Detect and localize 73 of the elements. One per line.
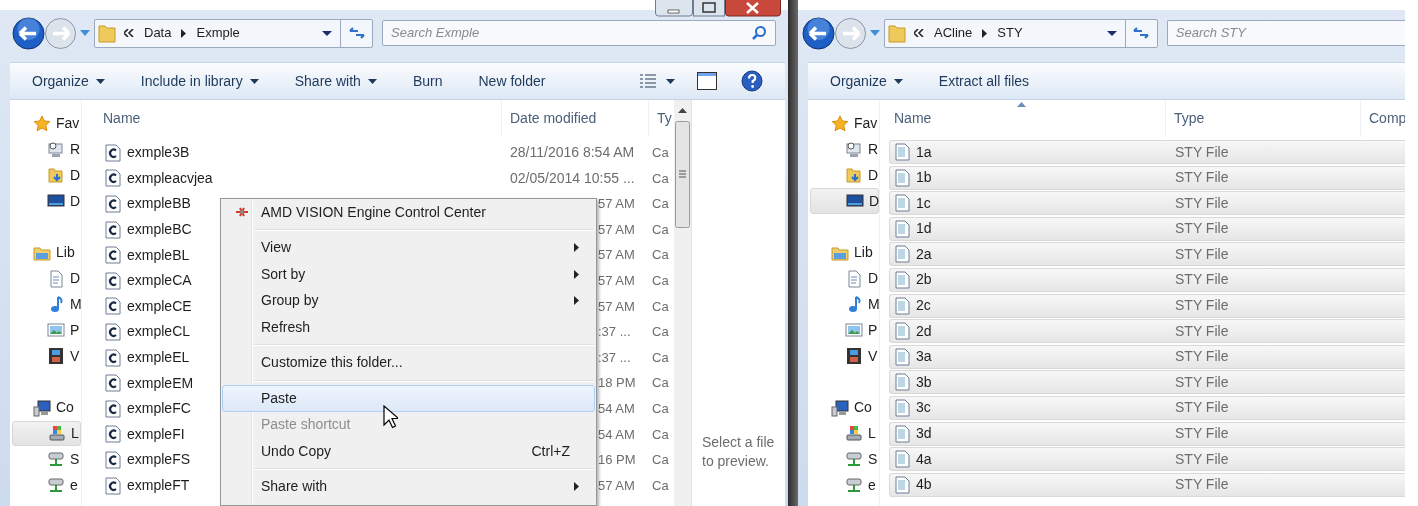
file-name: 3a — [916, 347, 932, 367]
type-cell-text: Ca — [652, 272, 669, 290]
type-cell-text: Ca — [652, 476, 669, 495]
date-cell-text: 28/11/2016 8:54 AM — [510, 143, 635, 163]
date-cell-text: 57 AM — [598, 272, 635, 290]
file-name: exmpleCL — [127, 322, 191, 342]
file-name: exmpleFI — [127, 424, 185, 444]
file-name: 3b — [916, 372, 932, 392]
file-name: exmple3B — [127, 143, 190, 163]
file-name: exmpleCE — [127, 296, 192, 316]
file-name: exmpleBL — [127, 245, 190, 265]
file-name: 2a — [916, 244, 932, 264]
type-cell-text: STY File — [1175, 372, 1229, 392]
search-placeholder: Search Exmple — [391, 24, 480, 43]
type-cell-text: STY File — [1175, 347, 1229, 367]
file-name: exmpleFC — [127, 399, 191, 419]
file-name: 4a — [916, 449, 932, 469]
file-name: exmpleFT — [127, 476, 190, 495]
file-name: exmpleBC — [127, 220, 192, 240]
date-cell-text: 02/05/2014 10:55 ... — [510, 168, 635, 188]
file-name: 3d — [916, 424, 932, 444]
file-name: 1d — [916, 219, 932, 239]
file-name: exmpleEM — [127, 373, 194, 393]
type-cell-text: Ca — [652, 144, 669, 163]
type-cell-text: STY File — [1175, 398, 1229, 418]
date-cell-text: 57 AM — [598, 297, 635, 316]
type-cell-text: Ca — [652, 374, 669, 393]
date-cell-text: 16 PM — [598, 451, 636, 470]
file-name: 4b — [916, 475, 932, 495]
date-cell-text: 57 AM — [598, 220, 635, 239]
type-cell-text: Ca — [652, 348, 669, 367]
type-cell-text: Ca — [652, 323, 669, 342]
file-name: exmpleFS — [127, 450, 191, 470]
type-cell-text: Ca — [652, 169, 669, 188]
date-cell-text: 54 AM — [598, 425, 635, 444]
file-name: 3c — [916, 398, 931, 418]
file-name: exmpleCA — [127, 271, 192, 291]
file-name: exmpleEL — [127, 348, 190, 368]
date-cell-text: 54 AM — [598, 400, 635, 418]
type-cell-text: STY File — [1175, 321, 1229, 341]
type-cell-text: STY File — [1175, 296, 1229, 316]
date-cell-text: :37 ... — [598, 323, 631, 342]
type-cell-text: STY File — [1175, 193, 1229, 213]
type-cell-text: STY File — [1175, 270, 1229, 290]
type-cell-text: STY File — [1175, 475, 1229, 495]
type-cell-text: STY File — [1175, 168, 1229, 188]
type-cell-text: Ca — [652, 400, 669, 418]
type-cell-text: STY File — [1175, 219, 1229, 239]
file-name: 2d — [916, 321, 932, 341]
date-cell-text: 57 AM — [598, 195, 635, 214]
date-cell-text: 57 AM — [598, 476, 635, 495]
date-cell-text: :37 ... — [598, 348, 631, 367]
file-name: 1b — [916, 168, 932, 188]
date-cell-text: 57 AM — [598, 246, 635, 265]
date-cell-text: 18 PM — [598, 374, 636, 393]
type-cell-text: Ca — [652, 297, 669, 316]
type-cell-text: STY File — [1175, 142, 1229, 162]
file-name: 1c — [916, 193, 931, 213]
type-cell-text: STY File — [1175, 424, 1229, 444]
file-name: 1a — [916, 142, 932, 162]
file-name: exmpleacvjea — [127, 168, 213, 188]
type-cell-text: Ca — [652, 220, 669, 239]
type-cell-text: Ca — [652, 451, 669, 470]
search-placeholder: Search STY — [1175, 24, 1246, 43]
file-name: 2c — [916, 296, 931, 316]
preview-message: Select a file to preview. — [702, 433, 776, 471]
type-cell-text: Ca — [652, 195, 669, 214]
type-cell-text: STY File — [1175, 449, 1229, 469]
file-name: 2b — [916, 270, 932, 290]
type-cell-text: Ca — [652, 246, 669, 265]
type-cell-text: Ca — [652, 425, 669, 444]
file-name: exmpleBB — [127, 194, 191, 214]
type-cell-text: STY File — [1175, 244, 1229, 264]
